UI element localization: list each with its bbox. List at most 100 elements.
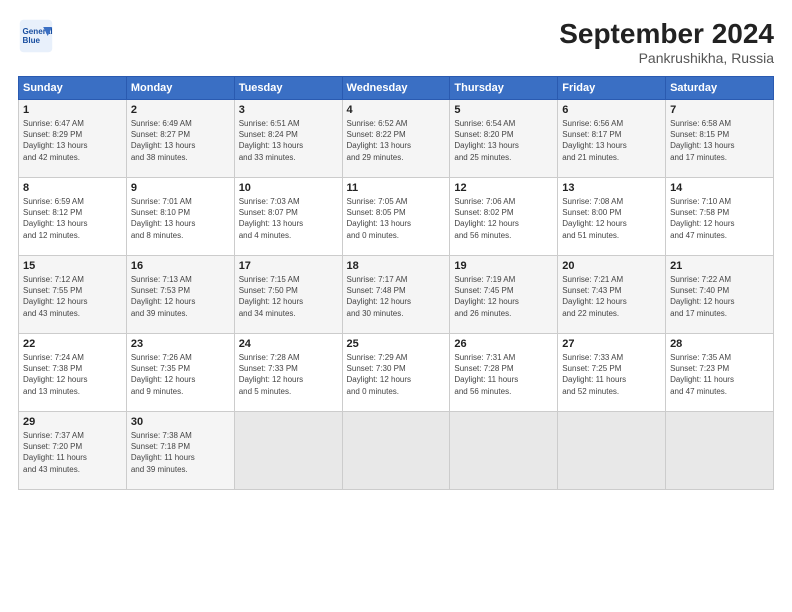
calendar-cell: 1Sunrise: 6:47 AM Sunset: 8:29 PM Daylig… [19, 100, 127, 178]
day-info: Sunrise: 7:31 AM Sunset: 7:28 PM Dayligh… [454, 352, 553, 397]
day-number: 16 [131, 260, 230, 272]
calendar-week-5: 29Sunrise: 7:37 AM Sunset: 7:20 PM Dayli… [19, 412, 774, 490]
day-info: Sunrise: 6:58 AM Sunset: 8:15 PM Dayligh… [670, 118, 769, 163]
day-info: Sunrise: 7:12 AM Sunset: 7:55 PM Dayligh… [23, 274, 122, 319]
calendar-cell [342, 412, 450, 490]
calendar-cell [450, 412, 558, 490]
calendar-cell: 25Sunrise: 7:29 AM Sunset: 7:30 PM Dayli… [342, 334, 450, 412]
calendar-cell [234, 412, 342, 490]
day-info: Sunrise: 7:03 AM Sunset: 8:07 PM Dayligh… [239, 196, 338, 241]
month-title: September 2024 [559, 18, 774, 50]
svg-text:Blue: Blue [23, 36, 41, 45]
day-number: 13 [562, 182, 661, 194]
day-number: 8 [23, 182, 122, 194]
day-number: 15 [23, 260, 122, 272]
day-info: Sunrise: 6:51 AM Sunset: 8:24 PM Dayligh… [239, 118, 338, 163]
weekday-sunday: Sunday [19, 77, 127, 100]
day-number: 22 [23, 338, 122, 350]
day-number: 5 [454, 104, 553, 116]
calendar-cell: 9 Sunrise: 7:01 AM Sunset: 8:10 PM Daylig… [126, 178, 234, 256]
calendar-cell: 2 Sunrise: 6:49 AM Sunset: 8:27 PM Daylig… [126, 100, 234, 178]
calendar-header: SundayMondayTuesdayWednesdayThursdayFrid… [19, 77, 774, 100]
day-info: Sunrise: 7:05 AM Sunset: 8:05 PM Dayligh… [347, 196, 446, 241]
day-number: 3 [239, 104, 338, 116]
calendar-cell: 15 Sunrise: 7:12 AM Sunset: 7:55 PM Dayli… [19, 256, 127, 334]
calendar-cell: 28 Sunrise: 7:35 AM Sunset: 7:23 PM Dayli… [666, 334, 774, 412]
calendar-cell: 6 Sunrise: 6:56 AM Sunset: 8:17 PM Daylig… [558, 100, 666, 178]
day-number: 11 [347, 182, 446, 194]
day-number: 24 [239, 338, 338, 350]
day-number: 10 [239, 182, 338, 194]
calendar-cell: 7Sunrise: 6:58 AM Sunset: 8:15 PM Daylig… [666, 100, 774, 178]
day-number: 30 [131, 416, 230, 428]
day-info: Sunrise: 6:54 AM Sunset: 8:20 PM Dayligh… [454, 118, 553, 163]
day-number: 14 [670, 182, 769, 194]
weekday-tuesday: Tuesday [234, 77, 342, 100]
day-info: Sunrise: 7:21 AM Sunset: 7:43 PM Dayligh… [562, 274, 661, 319]
calendar-week-1: 1Sunrise: 6:47 AM Sunset: 8:29 PM Daylig… [19, 100, 774, 178]
calendar-cell: 30 Sunrise: 7:38 AM Sunset: 7:18 PM Dayli… [126, 412, 234, 490]
day-info: Sunrise: 7:15 AM Sunset: 7:50 PM Dayligh… [239, 274, 338, 319]
day-number: 6 [562, 104, 661, 116]
weekday-friday: Friday [558, 77, 666, 100]
calendar-body: 1Sunrise: 6:47 AM Sunset: 8:29 PM Daylig… [19, 100, 774, 490]
day-info: Sunrise: 7:26 AM Sunset: 7:35 PM Dayligh… [131, 352, 230, 397]
calendar-cell: 11 Sunrise: 7:05 AM Sunset: 8:05 PM Dayli… [342, 178, 450, 256]
day-number: 2 [131, 104, 230, 116]
day-number: 28 [670, 338, 769, 350]
day-info: Sunrise: 7:33 AM Sunset: 7:25 PM Dayligh… [562, 352, 661, 397]
day-info: Sunrise: 7:22 AM Sunset: 7:40 PM Dayligh… [670, 274, 769, 319]
day-number: 29 [23, 416, 122, 428]
day-info: Sunrise: 7:08 AM Sunset: 8:00 PM Dayligh… [562, 196, 661, 241]
calendar-cell: 23 Sunrise: 7:26 AM Sunset: 7:35 PM Dayli… [126, 334, 234, 412]
day-number: 20 [562, 260, 661, 272]
calendar-cell [666, 412, 774, 490]
day-info: Sunrise: 7:19 AM Sunset: 7:45 PM Dayligh… [454, 274, 553, 319]
weekday-header-row: SundayMondayTuesdayWednesdayThursdayFrid… [19, 77, 774, 100]
weekday-wednesday: Wednesday [342, 77, 450, 100]
day-info: Sunrise: 7:35 AM Sunset: 7:23 PM Dayligh… [670, 352, 769, 397]
day-number: 26 [454, 338, 553, 350]
day-info: Sunrise: 6:56 AM Sunset: 8:17 PM Dayligh… [562, 118, 661, 163]
weekday-monday: Monday [126, 77, 234, 100]
calendar-cell: 5 Sunrise: 6:54 AM Sunset: 8:20 PM Daylig… [450, 100, 558, 178]
day-info: Sunrise: 6:59 AM Sunset: 8:12 PM Dayligh… [23, 196, 122, 241]
day-number: 12 [454, 182, 553, 194]
calendar-cell: 24Sunrise: 7:28 AM Sunset: 7:33 PM Dayli… [234, 334, 342, 412]
day-info: Sunrise: 7:38 AM Sunset: 7:18 PM Dayligh… [131, 430, 230, 475]
calendar-cell: 13 Sunrise: 7:08 AM Sunset: 8:00 PM Dayli… [558, 178, 666, 256]
day-info: Sunrise: 7:01 AM Sunset: 8:10 PM Dayligh… [131, 196, 230, 241]
calendar-cell: 18Sunrise: 7:17 AM Sunset: 7:48 PM Dayli… [342, 256, 450, 334]
calendar-cell: 21Sunrise: 7:22 AM Sunset: 7:40 PM Dayli… [666, 256, 774, 334]
logo-icon: General Blue [18, 18, 54, 54]
day-number: 19 [454, 260, 553, 272]
day-number: 25 [347, 338, 446, 350]
logo: General Blue [18, 18, 54, 54]
day-number: 9 [131, 182, 230, 194]
calendar-table: SundayMondayTuesdayWednesdayThursdayFrid… [18, 76, 774, 490]
calendar-cell: 29Sunrise: 7:37 AM Sunset: 7:20 PM Dayli… [19, 412, 127, 490]
day-info: Sunrise: 6:49 AM Sunset: 8:27 PM Dayligh… [131, 118, 230, 163]
day-info: Sunrise: 6:47 AM Sunset: 8:29 PM Dayligh… [23, 118, 122, 163]
header: General Blue September 2024 Pankrushikha… [18, 18, 774, 66]
calendar-cell: 26 Sunrise: 7:31 AM Sunset: 7:28 PM Dayli… [450, 334, 558, 412]
day-number: 23 [131, 338, 230, 350]
location: Pankrushikha, Russia [559, 50, 774, 66]
day-number: 18 [347, 260, 446, 272]
calendar-cell: 22Sunrise: 7:24 AM Sunset: 7:38 PM Dayli… [19, 334, 127, 412]
day-info: Sunrise: 7:10 AM Sunset: 7:58 PM Dayligh… [670, 196, 769, 241]
day-info: Sunrise: 7:06 AM Sunset: 8:02 PM Dayligh… [454, 196, 553, 241]
calendar-cell: 10 Sunrise: 7:03 AM Sunset: 8:07 PM Dayli… [234, 178, 342, 256]
calendar-cell: 8 Sunrise: 6:59 AM Sunset: 8:12 PM Daylig… [19, 178, 127, 256]
weekday-thursday: Thursday [450, 77, 558, 100]
calendar-week-3: 15 Sunrise: 7:12 AM Sunset: 7:55 PM Dayli… [19, 256, 774, 334]
calendar-cell: 14 Sunrise: 7:10 AM Sunset: 7:58 PM Dayli… [666, 178, 774, 256]
calendar-cell: 20 Sunrise: 7:21 AM Sunset: 7:43 PM Dayli… [558, 256, 666, 334]
day-info: Sunrise: 6:52 AM Sunset: 8:22 PM Dayligh… [347, 118, 446, 163]
calendar-cell [558, 412, 666, 490]
day-number: 17 [239, 260, 338, 272]
calendar-cell: 17 Sunrise: 7:15 AM Sunset: 7:50 PM Dayli… [234, 256, 342, 334]
calendar-cell: 12 Sunrise: 7:06 AM Sunset: 8:02 PM Dayli… [450, 178, 558, 256]
calendar-cell: 19 Sunrise: 7:19 AM Sunset: 7:45 PM Dayli… [450, 256, 558, 334]
day-number: 27 [562, 338, 661, 350]
